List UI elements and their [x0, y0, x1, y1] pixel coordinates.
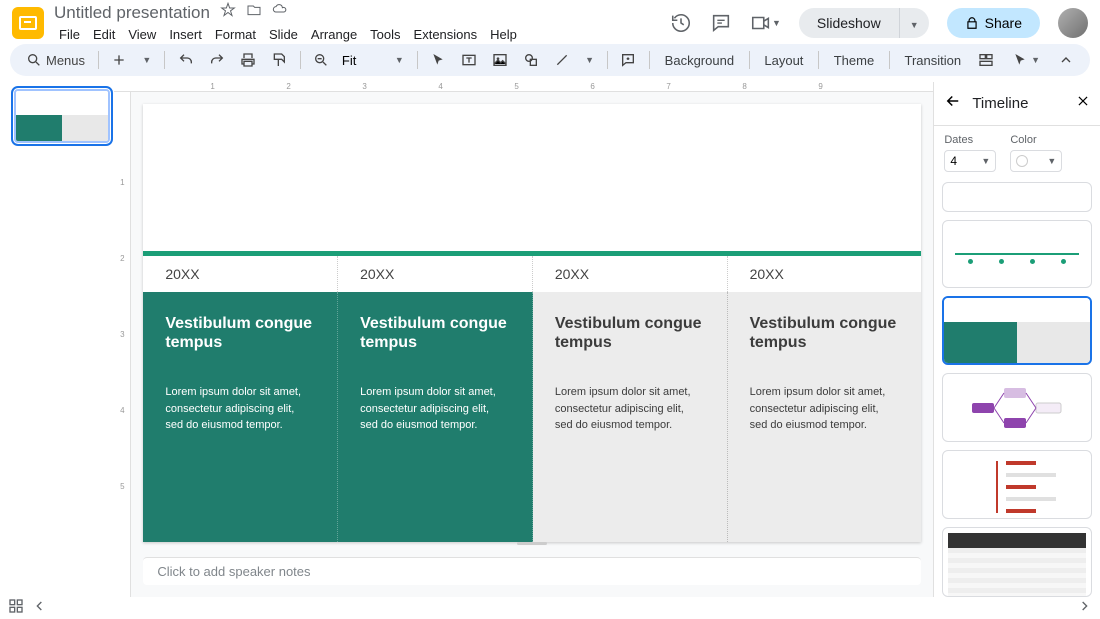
menu-file[interactable]: File [54, 25, 85, 44]
template-card[interactable] [942, 527, 1092, 597]
new-slide-button[interactable] [105, 48, 133, 72]
slideshow-button[interactable]: Slideshow [799, 8, 899, 38]
menu-view[interactable]: View [123, 25, 161, 44]
zoom-dropdown[interactable]: ▼ [389, 51, 410, 69]
dates-select[interactable]: 4▼ [944, 150, 996, 172]
mode-button[interactable]: ▼ [1006, 48, 1046, 72]
menu-insert[interactable]: Insert [164, 25, 207, 44]
close-icon[interactable] [1076, 94, 1090, 113]
back-arrow-icon[interactable] [944, 92, 962, 115]
horizontal-ruler: 123456789 [114, 82, 933, 92]
history-icon[interactable] [670, 12, 692, 34]
move-icon[interactable] [246, 2, 262, 23]
app-logo[interactable] [12, 7, 44, 39]
zoom-button[interactable] [307, 48, 335, 72]
vertical-ruler: 12345 [114, 92, 131, 597]
slide-canvas[interactable]: 20XX 20XX 20XX 20XX Vestibulum congue te… [143, 104, 921, 542]
template-card[interactable] [942, 450, 1092, 519]
timeline-block[interactable]: Vestibulum congue tempus Lorem ipsum dol… [143, 292, 338, 542]
block-title: Vestibulum congue tempus [360, 314, 510, 352]
menu-slide[interactable]: Slide [264, 25, 303, 44]
template-card[interactable] [942, 220, 1092, 289]
line-dropdown[interactable]: ▼ [579, 51, 600, 69]
menu-format[interactable]: Format [210, 25, 261, 44]
avatar[interactable] [1058, 8, 1088, 38]
shape-tool[interactable] [517, 48, 545, 72]
print-button[interactable] [234, 48, 262, 72]
meet-icon[interactable]: ▼ [750, 12, 781, 34]
timeline-block[interactable]: Vestibulum congue tempus Lorem ipsum dol… [338, 292, 533, 542]
template-card[interactable] [942, 182, 1092, 212]
block-body: Lorem ipsum dolor sit amet, consectetur … [750, 384, 900, 434]
grid-view-icon[interactable] [8, 598, 24, 619]
line-tool[interactable] [548, 48, 576, 72]
star-icon[interactable] [220, 2, 236, 23]
timeline-block[interactable]: Vestibulum congue tempus Lorem ipsum dol… [533, 292, 728, 542]
color-select[interactable]: ▼ [1010, 150, 1062, 172]
menu-tools[interactable]: Tools [365, 25, 405, 44]
notes-drag-handle[interactable] [517, 542, 547, 545]
collapse-panel-icon[interactable] [32, 598, 48, 619]
timeline-block[interactable]: Vestibulum congue tempus Lorem ipsum dol… [728, 292, 922, 542]
menubar: File Edit View Insert Format Slide Arran… [54, 25, 670, 44]
select-tool[interactable] [424, 48, 452, 72]
search-menus[interactable]: Menus [20, 48, 91, 72]
menu-help[interactable]: Help [485, 25, 522, 44]
block-body: Lorem ipsum dolor sit amet, consectetur … [165, 384, 315, 434]
new-slide-dropdown[interactable]: ▼ [136, 51, 157, 69]
paint-format-button[interactable] [265, 48, 293, 72]
collapse-toolbar[interactable] [1052, 48, 1080, 72]
building-blocks-button[interactable] [972, 48, 1000, 72]
redo-button[interactable] [203, 48, 231, 72]
layout-button[interactable]: Layout [756, 49, 811, 72]
transition-button[interactable]: Transition [897, 49, 970, 72]
dates-label: Dates [944, 134, 996, 146]
zoom-input[interactable] [338, 51, 386, 70]
textbox-tool[interactable] [455, 48, 483, 72]
undo-button[interactable] [172, 48, 200, 72]
image-tool[interactable] [486, 48, 514, 72]
block-body: Lorem ipsum dolor sit amet, consectetur … [360, 384, 510, 434]
block-title: Vestibulum congue tempus [555, 314, 705, 352]
slide-thumbnail[interactable] [14, 89, 110, 143]
year-cell[interactable]: 20XX [533, 256, 728, 292]
background-button[interactable]: Background [657, 49, 742, 72]
year-cell[interactable]: 20XX [143, 256, 338, 292]
template-card-selected[interactable] [942, 296, 1092, 365]
speaker-notes[interactable]: Click to add speaker notes [143, 557, 921, 585]
comment-tool[interactable] [614, 48, 642, 72]
year-cell[interactable]: 20XX [728, 256, 922, 292]
explore-icon[interactable] [1076, 598, 1092, 619]
slideshow-dropdown[interactable]: ▼ [899, 8, 929, 38]
side-panel-title: Timeline [972, 95, 1066, 112]
menu-edit[interactable]: Edit [88, 25, 120, 44]
year-cell[interactable]: 20XX [338, 256, 533, 292]
cloud-icon[interactable] [272, 2, 288, 23]
block-title: Vestibulum congue tempus [165, 314, 315, 352]
comments-icon[interactable] [710, 12, 732, 34]
block-title: Vestibulum congue tempus [750, 314, 900, 352]
template-card[interactable] [942, 373, 1092, 442]
theme-button[interactable]: Theme [826, 49, 882, 72]
block-body: Lorem ipsum dolor sit amet, consectetur … [555, 384, 705, 434]
document-title[interactable]: Untitled presentation [54, 3, 210, 23]
menu-extensions[interactable]: Extensions [409, 25, 483, 44]
menu-arrange[interactable]: Arrange [306, 25, 362, 44]
color-label: Color [1010, 134, 1062, 146]
share-button[interactable]: Share [947, 8, 1040, 38]
template-list[interactable] [934, 182, 1100, 597]
